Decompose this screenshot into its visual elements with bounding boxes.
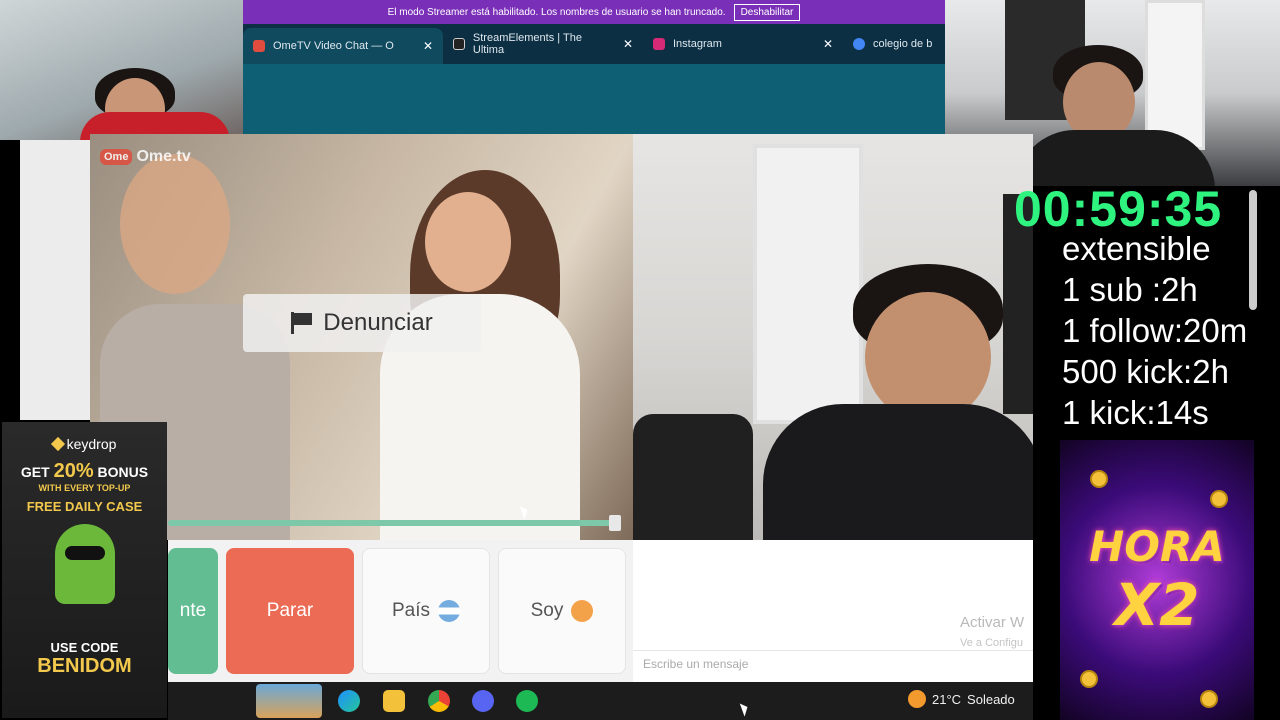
goal-line: 500 kick:2h: [1062, 353, 1229, 390]
close-tab-icon[interactable]: ✕: [623, 37, 633, 51]
stop-button[interactable]: Parar: [226, 548, 354, 674]
ninja-character-icon: [54, 524, 115, 604]
close-tab-icon[interactable]: ✕: [823, 37, 833, 51]
hora-x2-banner: HORA X2: [1060, 440, 1254, 720]
tab-instagram[interactable]: Instagram ✕: [643, 26, 843, 62]
activate-windows-subtext: Ve a Configu: [960, 637, 1023, 649]
tab-label: StreamElements | The Ultima: [472, 32, 582, 56]
chat-message-input[interactable]: Escribe un mensaje: [633, 650, 1033, 676]
banner-line-2: X2: [1114, 570, 1200, 639]
windows-taskbar: [168, 682, 1033, 720]
goal-line: 1 follow:20m: [1062, 312, 1248, 349]
browser-toolbar: [243, 64, 945, 134]
spotify-icon[interactable]: [516, 690, 538, 712]
browser-tab-strip: OmeTV Video Chat — O ✕ StreamElements | …: [243, 24, 945, 64]
weather-widget[interactable]: 21°C Soleado: [908, 690, 1015, 708]
flag-icon: [291, 312, 313, 334]
self-video: [633, 134, 1033, 540]
widgets-desert-icon[interactable]: [256, 684, 322, 718]
ad-percent: 20%: [53, 460, 94, 482]
tab-label: Instagram: [673, 38, 722, 50]
ad-code: BENIDOM: [37, 655, 132, 677]
volume-slider-thumb[interactable]: [609, 515, 621, 531]
keydrop-diamond-icon: [50, 436, 65, 452]
streamer-mode-message: El modo Streamer está habilitado. Los no…: [387, 6, 726, 18]
report-button[interactable]: Denunciar: [243, 294, 481, 352]
page-background: [20, 140, 90, 420]
ad-topup: TOP-UP: [96, 483, 131, 493]
activate-windows-watermark: Activar W: [960, 614, 1025, 631]
sun-icon: [908, 690, 926, 708]
tab-streamelements[interactable]: StreamElements | The Ultima ✕: [443, 26, 643, 62]
country-label: País: [391, 600, 431, 621]
goal-line: extensible: [1062, 230, 1211, 267]
instagram-favicon-icon: [653, 38, 665, 50]
ad-every: EVERY: [64, 483, 95, 493]
ometv-favicon-icon: [253, 40, 265, 52]
tab-colegio[interactable]: colegio de b: [843, 26, 945, 62]
coin-icon: [1090, 470, 1108, 488]
gender-label: Soy: [530, 600, 564, 621]
edge-icon[interactable]: [338, 690, 360, 712]
tab-label: OmeTV Video Chat — O: [273, 40, 394, 52]
coin-icon: [1210, 490, 1228, 508]
overlay-scrollbar: [1249, 190, 1257, 310]
discord-icon[interactable]: [472, 690, 494, 712]
weather-desc: Soleado: [967, 691, 1015, 707]
argentina-flag-icon: [438, 600, 461, 622]
goal-line: 1 kick:14s: [1062, 394, 1209, 431]
streamelements-favicon-icon: [453, 38, 465, 50]
ometv-logo-text: Ome.tv: [136, 148, 191, 165]
ad-get: GET: [20, 464, 50, 480]
boy-emoji-icon: [571, 600, 594, 622]
ad-free-case: FREE DAILY CASE: [26, 499, 143, 514]
goal-line: 1 sub :2h: [1062, 271, 1198, 308]
ometv-logo-mark: Ome: [100, 149, 133, 165]
google-favicon-icon: [853, 38, 865, 50]
tab-label: colegio de b: [873, 38, 933, 50]
next-button[interactable]: nte: [168, 548, 218, 674]
coin-icon: [1200, 690, 1218, 708]
volume-slider-track[interactable]: [168, 520, 620, 526]
banner-line-1: HORA: [1089, 521, 1225, 571]
file-explorer-icon[interactable]: [383, 690, 405, 712]
ad-bonus: BONUS: [97, 464, 149, 480]
chrome-icon[interactable]: [428, 690, 450, 712]
disable-streamer-mode-button[interactable]: Deshabilitar: [733, 3, 801, 21]
subathon-goals: extensible 1 sub :2h 1 follow:20m 500 ki…: [1062, 228, 1247, 433]
weather-temp: 21°C: [932, 691, 962, 707]
webcam-top-left: [0, 0, 243, 140]
report-label: Denunciar: [323, 309, 433, 336]
tab-ometv[interactable]: OmeTV Video Chat — O ✕: [243, 28, 443, 64]
coin-icon: [1080, 670, 1098, 688]
keydrop-logo: keydrop: [2, 436, 167, 452]
ad-use-code: USE CODE: [50, 640, 119, 655]
ometv-logo: Ome Ome.tv: [100, 148, 191, 166]
keydrop-brand: keydrop: [66, 436, 117, 452]
keydrop-ad: keydrop GET 20% BONUS WITH EVERY TOP-UP …: [2, 422, 167, 718]
country-filter-button[interactable]: País: [362, 548, 490, 674]
streamer-mode-bar: El modo Streamer está habilitado. Los no…: [243, 0, 945, 24]
gender-button[interactable]: Soy: [498, 548, 626, 674]
ad-with: WITH: [38, 483, 62, 493]
close-tab-icon[interactable]: ✕: [423, 39, 433, 53]
